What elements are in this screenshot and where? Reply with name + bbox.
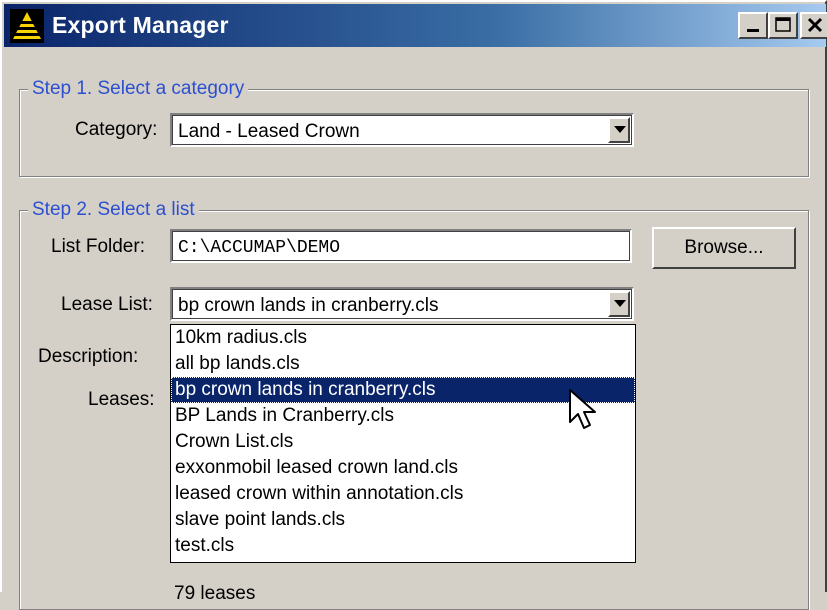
lease-list-option[interactable]: test.cls	[171, 533, 635, 559]
close-button[interactable]	[800, 12, 827, 39]
lease-list-option[interactable]: slave point lands.cls	[171, 507, 635, 533]
step2-legend: Step 2. Select a list	[28, 198, 199, 222]
lease-list-option[interactable]: all bp lands.cls	[171, 351, 635, 377]
list-folder-value: C:\ACCUMAP\DEMO	[178, 238, 341, 258]
lease-list-option[interactable]: leased crown within annotation.cls	[171, 481, 635, 507]
window-title: Export Manager	[52, 12, 229, 38]
category-dropdown-button[interactable]	[608, 117, 630, 143]
mouse-pointer-icon	[569, 389, 596, 429]
lease-list-option[interactable]: 10km radius.cls	[171, 325, 635, 351]
lease-list-combobox[interactable]: bp crown lands in cranberry.cls	[170, 287, 634, 321]
export-manager-window: Export Manager Step 1. Select a category…	[0, 0, 827, 610]
lease-list-option[interactable]: Crown List.cls	[171, 429, 635, 455]
step1-legend: Step 1. Select a category	[28, 77, 249, 101]
lease-list-dropdown[interactable]: 10km radius.cls all bp lands.cls bp crow…	[170, 324, 636, 563]
list-folder-label: List Folder:	[51, 236, 145, 257]
description-label: Description:	[38, 346, 139, 367]
lease-list-option[interactable]: BP Lands in Cranberry.cls	[171, 403, 635, 429]
lease-list-value: bp crown lands in cranberry.cls	[178, 295, 439, 316]
list-folder-input[interactable]: C:\ACCUMAP\DEMO	[170, 229, 632, 263]
leases-count: 79 leases	[174, 583, 256, 604]
chevron-down-icon	[614, 126, 626, 133]
lease-list-dropdown-button[interactable]	[608, 291, 630, 317]
lease-list-option[interactable]: exxonmobil leased crown land.cls	[171, 455, 635, 481]
chevron-down-icon	[614, 300, 626, 307]
maximize-button[interactable]	[768, 12, 798, 39]
title-bar[interactable]: Export Manager	[4, 4, 827, 47]
maximize-icon	[775, 17, 791, 32]
lease-list-option-selected[interactable]: bp crown lands in cranberry.cls	[171, 377, 635, 403]
category-value: Land - Leased Crown	[178, 121, 360, 142]
minimize-icon	[747, 29, 759, 32]
leases-label: Leases:	[88, 389, 155, 410]
category-combobox[interactable]: Land - Leased Crown	[170, 113, 634, 147]
close-icon	[807, 17, 823, 33]
category-label: Category:	[75, 119, 158, 140]
lease-list-label: Lease List:	[61, 294, 153, 315]
minimize-button[interactable]	[738, 12, 768, 39]
browse-button[interactable]: Browse...	[652, 227, 796, 269]
app-icon	[10, 9, 44, 43]
